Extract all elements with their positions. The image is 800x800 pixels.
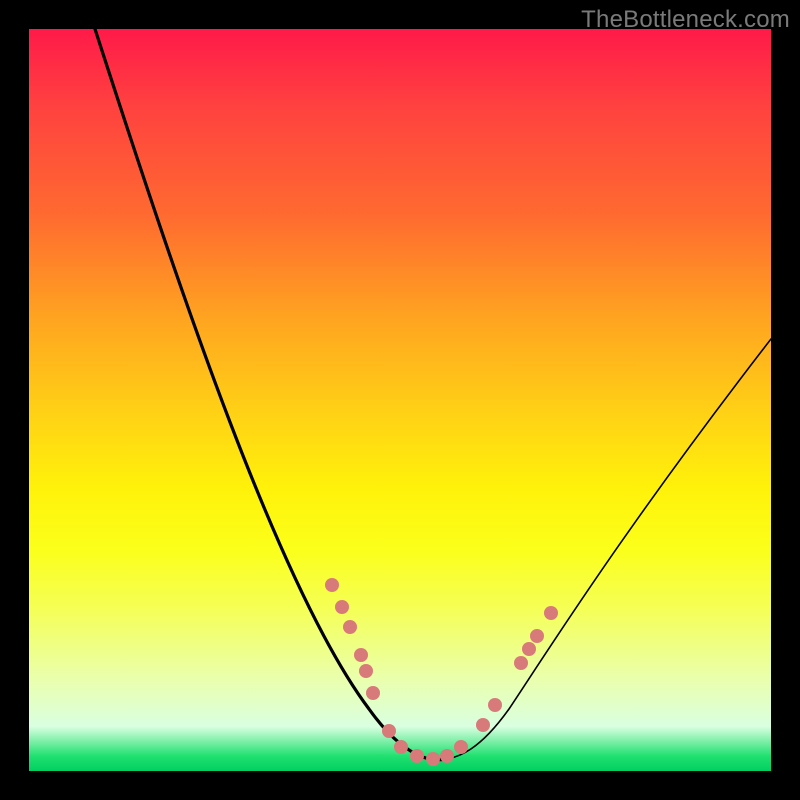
curve-marker xyxy=(544,606,558,620)
curve-marker xyxy=(530,629,544,643)
chart-frame: TheBottleneck.com xyxy=(0,0,800,800)
curve-right-segment xyxy=(95,29,771,760)
curve-marker xyxy=(359,664,373,678)
watermark-text: TheBottleneck.com xyxy=(581,6,790,34)
curve-marker xyxy=(394,740,408,754)
bottleneck-curve xyxy=(29,29,771,771)
curve-left-segment xyxy=(95,29,771,760)
curve-marker xyxy=(382,724,396,738)
curve-marker xyxy=(325,578,339,592)
marker-group xyxy=(325,578,558,766)
curve-marker xyxy=(522,642,536,656)
plot-area xyxy=(29,29,771,771)
curve-marker xyxy=(488,698,502,712)
curve-marker xyxy=(514,656,528,670)
curve-marker xyxy=(426,752,440,766)
curve-marker xyxy=(454,740,468,754)
curve-marker xyxy=(476,718,490,732)
curve-marker xyxy=(354,648,368,662)
curve-marker xyxy=(366,686,380,700)
curve-marker xyxy=(410,749,424,763)
curve-marker xyxy=(343,620,357,634)
curve-marker xyxy=(440,749,454,763)
curve-marker xyxy=(335,600,349,614)
